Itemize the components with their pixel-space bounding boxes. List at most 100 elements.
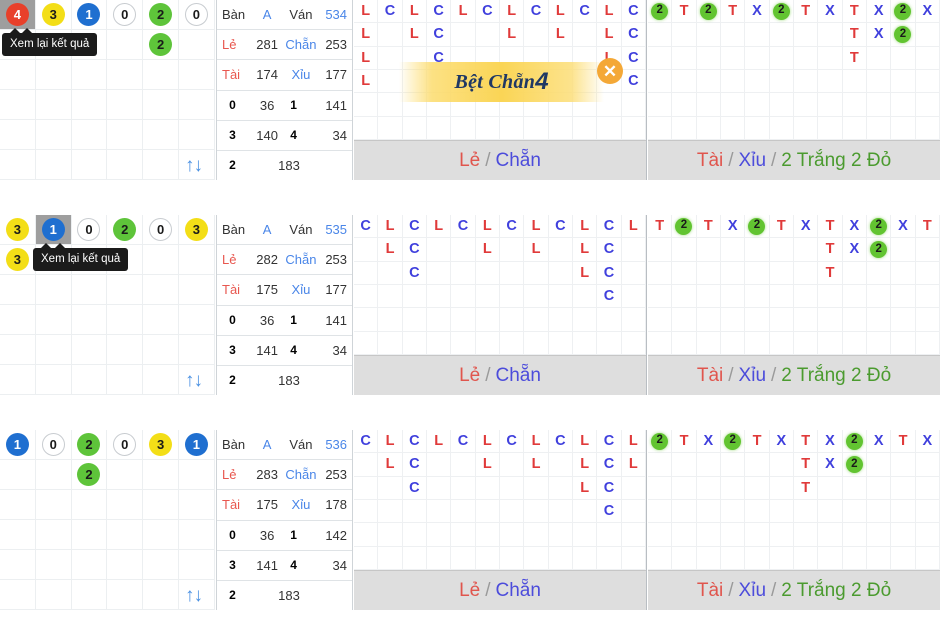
road-mark-L: L	[361, 49, 371, 66]
bead-1[interactable]: 1	[77, 3, 101, 26]
road-cell	[524, 285, 549, 309]
bead-cell[interactable]: 3	[0, 245, 36, 275]
bead-cell	[35, 580, 72, 610]
bead-cell[interactable]: 0	[143, 215, 179, 245]
bead-1-wrap: 1	[283, 95, 319, 116]
bead-3-wrap: 3	[222, 340, 251, 361]
bead-3[interactable]: 3	[149, 433, 173, 456]
road-mark-C: C	[555, 217, 566, 234]
bead-2[interactable]: 2	[77, 463, 101, 486]
road-cell	[721, 261, 746, 285]
stats-row-table: Bàn A Ván 535	[217, 215, 352, 246]
bead-1[interactable]: 1	[5, 433, 29, 456]
road-cell	[548, 238, 573, 262]
bead-cell	[35, 90, 72, 120]
bead-3[interactable]: 3	[184, 218, 208, 241]
bead-cell[interactable]: 0	[71, 215, 108, 245]
road-cell: L	[597, 0, 622, 24]
bead-0[interactable]: 0	[113, 3, 137, 26]
bead-cell[interactable]: 3	[178, 215, 215, 245]
bead-cell[interactable]: 1	[0, 430, 36, 460]
bead-0[interactable]: 0	[77, 218, 101, 241]
bead-cell[interactable]: 1	[35, 215, 72, 245]
road-cell	[672, 23, 697, 47]
bead-cell[interactable]: 0	[35, 430, 72, 460]
road-mark-T: T	[825, 264, 835, 281]
bead-cell	[71, 490, 108, 520]
bead-0[interactable]: 0	[184, 3, 208, 26]
bead-cell[interactable]: 0	[107, 0, 144, 30]
bead-cell[interactable]: 2	[107, 215, 144, 245]
road-cell	[721, 500, 746, 524]
road-cell	[500, 261, 525, 285]
road-cell	[721, 546, 746, 570]
road-mark-C: C	[482, 2, 493, 19]
close-icon[interactable]: ✕	[597, 58, 623, 84]
bead-0[interactable]: 0	[41, 433, 65, 456]
sort-toggle-icon[interactable]: ↑↓	[185, 371, 203, 390]
road-mark-X: X	[825, 2, 835, 19]
road-cell	[573, 500, 598, 524]
bead-3[interactable]: 3	[5, 218, 29, 241]
road-cell	[915, 331, 940, 355]
road-cell	[402, 116, 427, 140]
xiu-count: 178	[325, 497, 348, 513]
stats-row-big-small: Tài 175 Xỉu 178	[217, 490, 352, 521]
bead-road: 4 3 1 0 2 0 2 Xem lại kết quả	[0, 0, 215, 180]
road-cell: X	[867, 0, 892, 24]
road-cell	[524, 500, 549, 524]
road-mark-T: T	[849, 49, 859, 66]
sort-toggle-icon[interactable]: ↑↓	[185, 586, 203, 605]
road-cell	[842, 93, 867, 117]
road-cell	[867, 331, 892, 355]
bead-4[interactable]: 4	[5, 3, 29, 26]
bead-cell[interactable]: 1	[71, 0, 108, 30]
bead-3[interactable]: 3	[5, 248, 29, 271]
bead-2[interactable]: 2	[77, 433, 101, 456]
bead-cell[interactable]: 3	[143, 430, 179, 460]
road-cell: C	[427, 0, 452, 24]
road-cell	[500, 308, 525, 332]
bead-cell[interactable]: 0	[107, 430, 144, 460]
road-cell	[524, 116, 549, 140]
road-mark-T: T	[728, 2, 738, 19]
road-cell: L	[378, 430, 403, 454]
road-cell	[621, 500, 646, 524]
bead-cell[interactable]: 2	[143, 30, 179, 60]
bead-cell[interactable]: 3	[0, 215, 36, 245]
road-cell	[427, 238, 452, 262]
bead-1[interactable]: 1	[184, 433, 208, 456]
road-mark-C: C	[360, 217, 371, 234]
bead-2[interactable]: 2	[149, 3, 173, 26]
bead-3[interactable]: 3	[41, 3, 65, 26]
bead-0[interactable]: 0	[149, 218, 173, 241]
bead-1[interactable]: 1	[41, 218, 65, 241]
le-count: 282	[256, 252, 278, 268]
road-cell	[769, 93, 794, 117]
road-cell: C	[621, 0, 646, 24]
road-cell	[745, 331, 770, 355]
bead-cell	[107, 580, 144, 610]
bead-cell[interactable]: 2	[143, 0, 179, 30]
road-cell	[672, 308, 697, 332]
bead-cell[interactable]: 4	[0, 0, 36, 30]
road-cell	[842, 331, 867, 355]
road-cell	[475, 500, 500, 524]
road-cell: C	[475, 0, 500, 24]
bead-cell[interactable]: 2	[71, 430, 108, 460]
road-cell	[891, 476, 916, 500]
bead-cell[interactable]: 0	[178, 0, 215, 30]
road-cell	[524, 308, 549, 332]
road-cell: 2	[648, 0, 673, 24]
bead-2[interactable]: 2	[113, 218, 137, 241]
bead-2[interactable]: 2	[149, 33, 173, 56]
bead-cell	[107, 30, 144, 60]
bead-cell[interactable]: 1	[178, 430, 215, 460]
bead-0[interactable]: 0	[113, 433, 137, 456]
bead-cell[interactable]: 3	[35, 0, 72, 30]
bead-cell[interactable]: 2	[71, 460, 108, 490]
stats-table: Bàn A Ván 534 Lẻ 281 Chẵn 253 Tài 174 Xỉu 177 0 36 1 14…	[185, 0, 353, 180]
bead-cell	[143, 120, 179, 150]
sort-toggle-icon[interactable]: ↑↓	[185, 156, 203, 175]
bead-cell	[178, 305, 215, 335]
